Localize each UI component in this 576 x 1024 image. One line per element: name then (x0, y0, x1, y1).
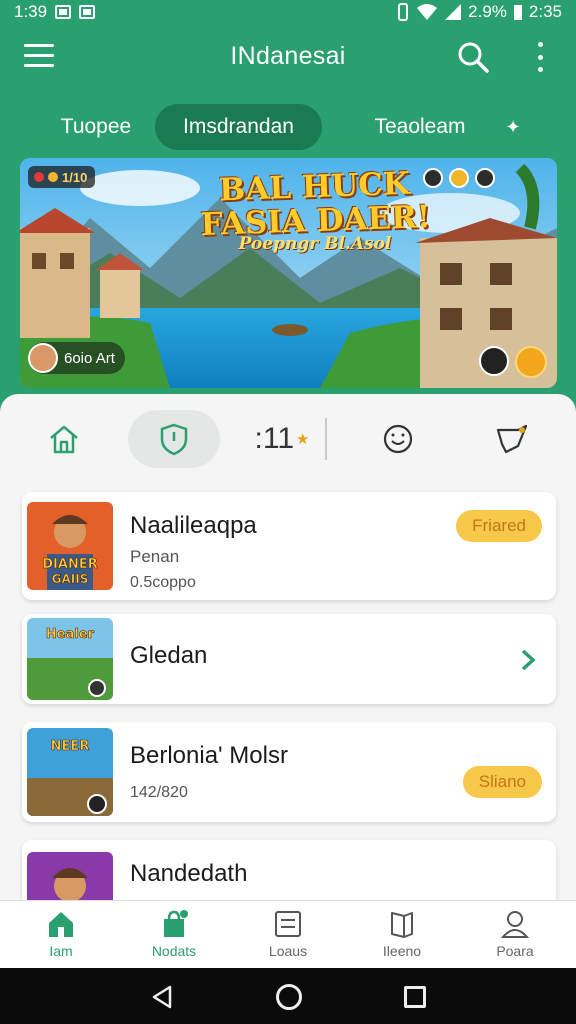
game-action-button-1[interactable]: Friared (456, 510, 542, 542)
game-card-3[interactable]: NEER Berlonia' Molsr 142/820 Sliano (22, 722, 556, 822)
svg-text:NEER: NEER (51, 739, 90, 754)
chevron-right-icon[interactable] (518, 648, 538, 672)
info-icon (475, 168, 495, 188)
banner-share-icon[interactable] (479, 346, 509, 376)
rating-count: 11 (262, 422, 295, 455)
banner-author[interactable]: 6oio Art (28, 342, 125, 374)
nav-label-profile: Poara (496, 943, 534, 959)
content-sheet: :11 ★ DIANER GAIIS Naalileaqpa Penan 0.5… (0, 394, 576, 968)
author-avatar (28, 343, 58, 373)
bag-icon (164, 910, 188, 937)
star-icon: ★ (296, 431, 310, 448)
nav-item-2[interactable]: Nodats (119, 909, 229, 967)
game-meta-1: 0.5coppo (130, 574, 196, 591)
shield-icon (160, 423, 188, 456)
wifi-icon (417, 4, 438, 20)
game-sub-1: Penan (130, 547, 180, 566)
battery-icon (513, 5, 522, 20)
tag-icon (496, 424, 528, 454)
game-thumbnail-2: Healer (27, 618, 113, 700)
game-meta-3: 142/820 (130, 784, 188, 801)
game-name-3: Berlonia' Molsr (130, 742, 288, 769)
person-icon (500, 911, 530, 938)
battery-percent: 2.9% (468, 2, 507, 21)
recents-icon[interactable] (404, 986, 426, 1008)
status-bar: 1:39 2.9% 2:35 (0, 0, 576, 24)
nav-label-2: Nodats (151, 943, 197, 959)
filter-home[interactable] (18, 410, 110, 468)
rating-prefix: : (254, 422, 263, 455)
tab-2-active[interactable]: Imsdrandan (155, 104, 322, 150)
filter-shield-active[interactable] (128, 410, 220, 468)
image-notification-icon (79, 5, 96, 19)
home-circle-icon[interactable] (276, 984, 302, 1010)
svg-text:Healer: Healer (46, 627, 95, 642)
svg-text:DIANER: DIANER (42, 557, 97, 572)
game-thumbnail-1: DIANER GAIIS (27, 502, 113, 590)
nav-item-home[interactable]: Iam (6, 909, 116, 967)
status-time: 1:39 (14, 2, 48, 21)
game-card-1[interactable]: DIANER GAIIS Naalileaqpa Penan 0.5coppo … (22, 492, 556, 600)
nav-item-4[interactable]: Ileeno (347, 909, 457, 967)
coin-icon (449, 168, 469, 188)
lock-icon (423, 168, 443, 188)
nav-label-4: Ileeno (382, 943, 422, 959)
status-clock: 2:35 (528, 2, 562, 21)
app-root: 1:39 2.9% 2:35 INdanesai Tuopee Imsdrand… (0, 0, 576, 968)
category-tabs: Tuopee Imsdrandan Teaoleam ✦ (0, 104, 576, 152)
back-icon[interactable] (150, 984, 174, 1010)
bottom-navigation: Iam Nodats Loaus Ileeno Poara (0, 900, 576, 968)
filter-divider (325, 418, 327, 460)
nav-item-profile[interactable]: Poara (460, 909, 570, 967)
banner-title: BAL HUCK FASIA DAER! (200, 165, 432, 243)
banner-badge: 1/10 (28, 166, 96, 188)
smiley-chat-icon (383, 424, 413, 454)
filter-tag[interactable] (466, 410, 558, 468)
svg-text:GAIIS: GAIIS (52, 572, 89, 586)
game-name-2: Gledan (130, 642, 208, 669)
game-name-1: Naalileaqpa (130, 512, 257, 539)
nav-label-3: Loaus (268, 943, 308, 959)
filter-chat[interactable] (352, 410, 444, 468)
author-name: 6oio Art (64, 349, 115, 367)
filter-rating[interactable]: :11 ★ (236, 410, 328, 468)
home-icon (49, 912, 73, 937)
tab-1[interactable]: Tuopee (46, 104, 146, 150)
notification-icon (55, 5, 72, 19)
nav-item-3[interactable]: Loaus (233, 909, 343, 967)
game-card-2[interactable]: Healer Gledan (22, 614, 556, 704)
nav-label-home: Iam (49, 943, 73, 959)
list-icon (275, 911, 301, 937)
featured-banner[interactable]: 1/10 BAL HUCK FASIA DAER! Poepngr Bl.Aso… (20, 158, 557, 388)
banner-status-icons (423, 168, 495, 188)
system-navigation-bar (0, 968, 576, 1024)
home-icon (50, 425, 78, 454)
filter-row: :11 ★ (0, 408, 576, 472)
top-app-bar: INdanesai (0, 30, 576, 86)
banner-subtitle: Poepngr Bl.Asol (238, 234, 392, 254)
banner-crown-icon[interactable] (515, 346, 547, 378)
game-thumbnail-3: NEER (27, 728, 113, 816)
game-action-button-3[interactable]: Sliano (462, 766, 542, 798)
tab-3[interactable]: Teaoleam (360, 104, 480, 150)
signal-icon (445, 4, 462, 20)
game-name-4: Nandedath (130, 860, 248, 887)
more-options-icon[interactable] (530, 42, 550, 72)
book-icon (391, 912, 413, 938)
tabs-more-arrow-icon[interactable]: ✦ (502, 116, 524, 138)
vibrate-icon (398, 3, 409, 21)
search-icon[interactable] (456, 40, 490, 74)
